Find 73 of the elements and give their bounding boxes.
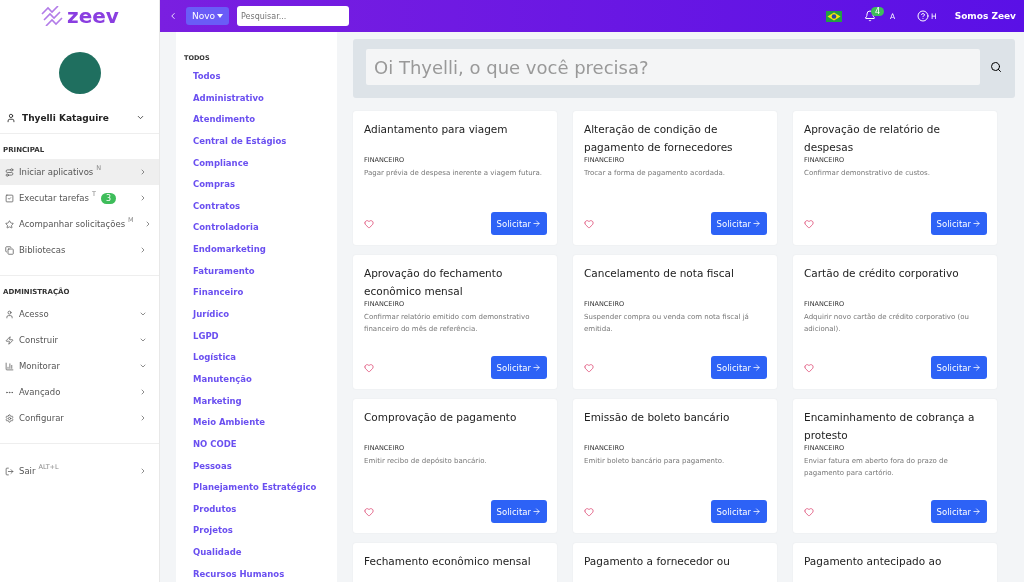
- category-link[interactable]: LGPD: [184, 325, 329, 348]
- sidebar-item[interactable]: Construir: [0, 327, 159, 353]
- count-badge: 3: [100, 192, 116, 204]
- request-button[interactable]: Solicitar: [710, 212, 767, 235]
- card-title: Fechamento econômico mensal: [364, 554, 532, 569]
- search-field[interactable]: Pesquisar...: [237, 6, 350, 26]
- search-field[interactable]: Oi Thyelli, o que você precisa?: [366, 49, 980, 85]
- category-link[interactable]: Endomarketing: [184, 239, 329, 261]
- category-link[interactable]: Marketing: [184, 390, 329, 413]
- category-link[interactable]: Central de Estágios: [184, 130, 329, 153]
- category-link[interactable]: Compliance: [184, 152, 329, 175]
- sidebar-item-label: Acompanhar solicitações: [19, 219, 126, 229]
- sidebar-item[interactable]: Monitorar: [0, 353, 159, 379]
- category-link[interactable]: Jurídico: [184, 304, 329, 326]
- sidebar-item[interactable]: Iniciar aplicativos $^{N}$: [0, 159, 159, 185]
- request-button[interactable]: Solicitar: [490, 500, 547, 523]
- sidebar-item[interactable]: Executar tarefas $^{T}$ 3: [0, 185, 159, 211]
- category-link[interactable]: Financeiro: [184, 282, 329, 305]
- category-link[interactable]: Recursos Humanos: [184, 563, 329, 582]
- request-button[interactable]: Solicitar: [930, 500, 987, 523]
- sidebar-item-label: Avançado: [19, 387, 61, 397]
- category-link[interactable]: Produtos: [184, 498, 329, 521]
- sidebar-item[interactable]: Acompanhar solicitações $^{M}$: [0, 211, 159, 237]
- sidebar-item-label: Sair: [19, 466, 36, 476]
- new-button[interactable]: Novo: [186, 7, 230, 25]
- category-link[interactable]: Planejamento Estratégico: [184, 477, 329, 499]
- category-link[interactable]: Meio Ambiente: [184, 412, 329, 434]
- category-link[interactable]: Faturamento: [184, 260, 329, 283]
- card-title: Cancelamento de nota fiscal: [584, 266, 735, 281]
- request-button[interactable]: Solicitar: [490, 356, 547, 379]
- sidebar-item[interactable]: Configurar: [0, 405, 159, 431]
- card-title: Aprovação de relatório de despesas: [804, 122, 941, 155]
- request-button[interactable]: Solicitar: [710, 356, 767, 379]
- sidebar-item-label: Monitorar: [19, 361, 60, 371]
- category-link[interactable]: Manutenção: [184, 368, 329, 391]
- card-title: Emissão de boleto bancário: [584, 410, 731, 425]
- category-link[interactable]: Logística: [184, 347, 329, 369]
- category-link[interactable]: Pessoas: [184, 455, 329, 478]
- request-button[interactable]: Solicitar: [930, 212, 987, 235]
- request-button[interactable]: Solicitar: [490, 212, 547, 235]
- sidebar-item[interactable]: Bibliotecas: [0, 237, 159, 263]
- card-title: Adiantamento para viagem: [364, 122, 509, 137]
- notification-badge: 4: [870, 7, 884, 16]
- card-title: Encaminhamento de cobrança a protesto: [804, 410, 976, 443]
- card-title: Pagamento antecipado ao: [804, 554, 943, 569]
- card-title: Pagamento a fornecedor ou: [584, 554, 731, 569]
- category-link[interactable]: Qualidade: [184, 542, 329, 564]
- category-link[interactable]: Contratos: [184, 195, 329, 218]
- request-button[interactable]: Solicitar: [710, 500, 767, 523]
- card-title: Aprovação do fechamento econômico mensal: [364, 266, 504, 299]
- sidebar-item-label: Iniciar aplicativos: [19, 167, 94, 177]
- user-name: Thyelli Kataguire: [22, 112, 109, 123]
- company-name[interactable]: Somos Zeev: [954, 11, 1016, 21]
- sidebar-item-label: Executar tarefas: [19, 193, 89, 203]
- request-button[interactable]: Solicitar: [930, 356, 987, 379]
- category-link[interactable]: Atendimento: [184, 109, 329, 131]
- sidebar-item-label: Bibliotecas: [19, 245, 66, 255]
- category-link[interactable]: Administrativo: [184, 87, 329, 110]
- sidebar-item[interactable]: Acesso: [0, 301, 159, 327]
- card-title: Cartão de crédito corporativo: [804, 266, 960, 281]
- category-link[interactable]: Projetos: [184, 520, 329, 543]
- sidebar-item[interactable]: Sair $^{ALT+L}$: [0, 458, 159, 484]
- card-title: Comprovação de pagamento: [364, 410, 518, 425]
- sidebar-item-label: Acesso: [19, 309, 49, 319]
- category-link[interactable]: Todos: [184, 66, 329, 88]
- category-link[interactable]: Compras: [184, 174, 329, 196]
- sidebar-item-label: Configurar: [19, 413, 64, 423]
- category-link[interactable]: NO CODE: [184, 433, 329, 456]
- sidebar-item-label: Construir: [19, 335, 59, 345]
- logo-text: zeev: [67, 4, 119, 28]
- category-link[interactable]: Controladoria: [184, 217, 329, 240]
- card-title: Alteração de condição de pagamento de fornecedores: [584, 122, 734, 155]
- sidebar-item[interactable]: Avançado: [0, 379, 159, 405]
